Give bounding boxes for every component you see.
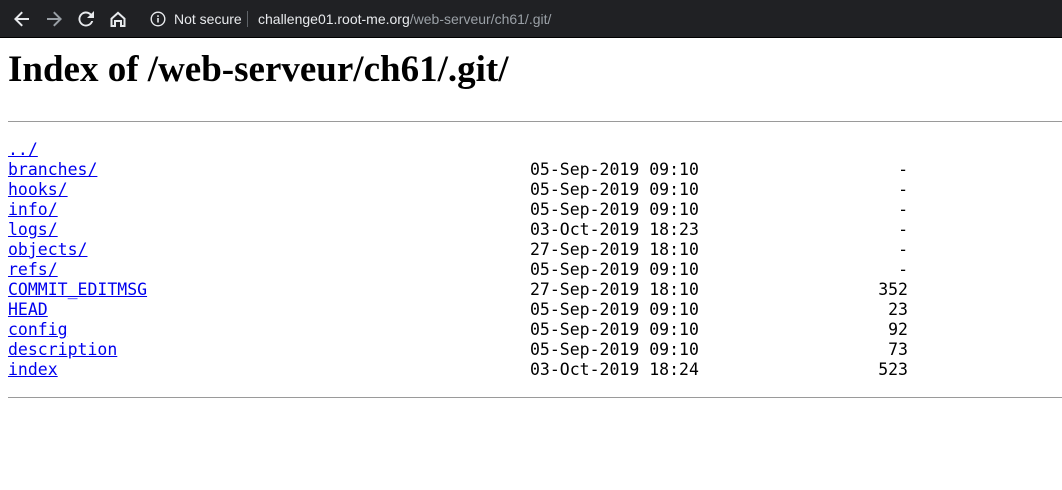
entry-date: 05-Sep-2019 09:10 (530, 200, 699, 219)
entry-date: 05-Sep-2019 09:10 (530, 160, 699, 179)
entry-size: - (898, 160, 908, 179)
reload-icon (78, 11, 94, 27)
entry-date: 27-Sep-2019 18:10 (530, 280, 699, 299)
address-bar[interactable]: Not secure challenge01.root-me.org/web-s… (140, 4, 1062, 34)
entry-date: 05-Sep-2019 09:10 (530, 320, 699, 339)
entry-size: - (898, 240, 908, 259)
divider-top (8, 121, 1062, 122)
arrow-right-icon (47, 11, 62, 27)
list-item: index 03-Oct-2019 18:24 523 (8, 360, 928, 380)
info-icon[interactable] (150, 11, 166, 27)
entry-date: 27-Sep-2019 18:10 (530, 240, 699, 259)
entry-size: - (898, 180, 908, 199)
entry-link[interactable]: info/ (8, 200, 58, 220)
home-icon (110, 11, 126, 27)
home-button[interactable] (106, 7, 130, 31)
entry-link[interactable]: refs/ (8, 260, 58, 280)
list-item: info/ 05-Sep-2019 09:10 - (8, 200, 928, 220)
entry-date: 05-Sep-2019 09:10 (530, 260, 699, 279)
back-button[interactable] (10, 7, 34, 31)
arrow-left-icon (14, 11, 29, 27)
browser-toolbar: Not secure challenge01.root-me.org/web-s… (0, 0, 1062, 38)
entry-link[interactable]: index (8, 360, 58, 380)
list-item: HEAD 05-Sep-2019 09:10 23 (8, 300, 928, 320)
list-item: objects/ 27-Sep-2019 18:10 - (8, 240, 928, 260)
list-item: description 05-Sep-2019 09:10 73 (8, 340, 928, 360)
entry-link[interactable]: objects/ (8, 240, 87, 260)
entry-size: - (898, 220, 908, 239)
entry-link[interactable]: branches/ (8, 160, 97, 180)
list-item: hooks/ 05-Sep-2019 09:10 - (8, 180, 928, 200)
page-content: Index of /web-serveur/ch61/.git/ ../ bra… (0, 38, 1062, 490)
list-item: config 05-Sep-2019 09:10 92 (8, 320, 928, 340)
url-path: /web-serveur/ch61/.git/ (409, 11, 552, 27)
entry-link[interactable]: logs/ (8, 220, 58, 240)
list-item-parent: ../ (8, 140, 928, 160)
entry-size: 523 (878, 360, 908, 379)
entry-size: - (898, 260, 908, 279)
list-item: branches/ 05-Sep-2019 09:10 - (8, 160, 928, 180)
entry-size: 92 (888, 320, 908, 339)
page-title: Index of /web-serveur/ch61/.git/ (8, 49, 509, 90)
entry-link[interactable]: HEAD (8, 300, 48, 320)
entry-size: 23 (888, 300, 908, 319)
entry-date: 03-Oct-2019 18:24 (530, 360, 699, 379)
divider-bottom (8, 397, 1062, 398)
forward-button[interactable] (42, 7, 66, 31)
entry-link[interactable]: hooks/ (8, 180, 68, 200)
entry-date: 05-Sep-2019 09:10 (530, 340, 699, 359)
entry-date: 03-Oct-2019 18:23 (530, 220, 699, 239)
reload-button[interactable] (74, 7, 98, 31)
parent-directory-link[interactable]: ../ (8, 140, 38, 160)
entry-date: 05-Sep-2019 09:10 (530, 180, 699, 199)
entry-date: 05-Sep-2019 09:10 (530, 300, 699, 319)
list-item: COMMIT_EDITMSG 27-Sep-2019 18:10 352 (8, 280, 928, 300)
url-text[interactable]: challenge01.root-me.org/web-serveur/ch61… (258, 11, 551, 27)
security-status: Not secure (174, 11, 242, 27)
url-host: challenge01.root-me.org (258, 11, 410, 27)
list-item: refs/ 05-Sep-2019 09:10 - (8, 260, 928, 280)
list-item: logs/ 03-Oct-2019 18:23 - (8, 220, 928, 240)
entry-link[interactable]: config (8, 320, 68, 340)
address-separator (247, 11, 248, 27)
entry-size: 352 (878, 280, 908, 299)
directory-listing: ../ branches/ 05-Sep-2019 09:10 - hooks/… (8, 140, 928, 380)
entry-link[interactable]: description (8, 340, 117, 360)
entry-link[interactable]: COMMIT_EDITMSG (8, 280, 147, 300)
entry-size: 73 (888, 340, 908, 359)
entry-size: - (898, 200, 908, 219)
